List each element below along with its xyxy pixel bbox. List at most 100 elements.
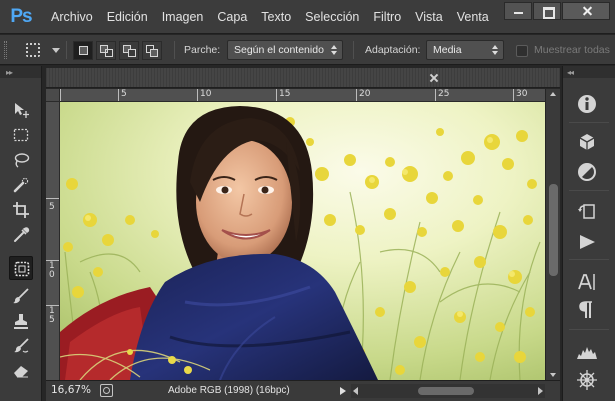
sample-all-layers-checkbox[interactable]: [516, 45, 528, 57]
move-tool[interactable]: [9, 98, 33, 122]
new-selection-button[interactable]: [73, 41, 93, 60]
menu-ventana[interactable]: Venta: [450, 10, 496, 24]
eraser-tool[interactable]: [9, 359, 33, 383]
adaptation-value: Media: [433, 44, 462, 56]
maximize-button[interactable]: [533, 2, 561, 20]
paragraph-panel-button[interactable]: [575, 298, 599, 322]
eyedropper-tool[interactable]: [9, 223, 33, 247]
tool-preset-picker[interactable]: [22, 40, 62, 60]
horizontal-scroll-thumb[interactable]: [418, 387, 474, 395]
info-panel-button[interactable]: [575, 92, 599, 116]
panel-divider: [569, 259, 609, 260]
menu-texto[interactable]: Texto: [254, 10, 298, 24]
menu-items: Archivo Edición Imagen Capa Texto Selecc…: [44, 0, 496, 34]
eyedropper-icon: [14, 227, 30, 242]
navigator-panel-button[interactable]: [575, 368, 599, 392]
horizontal-scrollbar[interactable]: [351, 384, 545, 398]
panel-dock: ◂◂: [562, 66, 615, 401]
patch-tool[interactable]: [9, 256, 33, 280]
patch-mode-select[interactable]: Según el contenido: [227, 40, 343, 60]
vertical-ruler[interactable]: 5 1 0 1 5: [46, 102, 60, 380]
new-selection-icon: [79, 46, 88, 55]
crop-tool[interactable]: [9, 198, 33, 222]
sample-all-layers-label: Muestrear todas: [534, 44, 610, 56]
rectangular-marquee-tool[interactable]: [9, 123, 33, 147]
toolbox: ▸▸: [0, 66, 42, 401]
navigator-icon: [577, 370, 597, 390]
ruler-tick: [276, 89, 277, 101]
lasso-icon: [14, 153, 30, 168]
3d-panel-button[interactable]: [575, 130, 599, 154]
ruler-label: 10: [200, 89, 212, 99]
document-profile-icon[interactable]: [100, 384, 113, 397]
patch-label: Parche:: [184, 44, 221, 56]
menu-imagen[interactable]: Imagen: [155, 10, 211, 24]
scroll-left-icon[interactable]: [353, 387, 358, 395]
intersect-selection-button[interactable]: [142, 41, 162, 60]
menu-edicion[interactable]: Edición: [100, 10, 155, 24]
toolbox-header[interactable]: ▸▸: [0, 66, 41, 78]
separator: [174, 41, 175, 59]
separator: [66, 41, 67, 59]
options-bar-grip[interactable]: [4, 41, 7, 59]
panel-divider: [569, 122, 609, 123]
options-bar: Parche: Según el contenido Adaptación: M…: [0, 35, 615, 65]
actions-panel-button[interactable]: [575, 230, 599, 254]
scroll-right-icon[interactable]: [538, 387, 543, 395]
scroll-up-icon[interactable]: [550, 92, 556, 96]
document-canvas[interactable]: [60, 102, 545, 380]
character-icon: [578, 274, 595, 290]
status-bar: 16,67% Adobe RGB (1998) (16bpc): [46, 380, 560, 401]
history-icon: [578, 204, 595, 219]
add-selection-icon-overlay: [105, 49, 113, 57]
select-arrows-icon: [492, 45, 498, 55]
menu-vista[interactable]: Vista: [408, 10, 450, 24]
menu-filtro[interactable]: Filtro: [366, 10, 408, 24]
histogram-icon: [577, 347, 597, 359]
adaptation-select[interactable]: Media: [426, 40, 504, 60]
expand-arrows-icon: ▸▸: [6, 68, 13, 77]
histogram-panel-button[interactable]: [575, 340, 599, 364]
ruler-origin[interactable]: [46, 89, 60, 102]
quick-selection-tool[interactable]: [9, 173, 33, 197]
vertical-scrollbar[interactable]: [545, 89, 560, 380]
menu-capa[interactable]: Capa: [210, 10, 254, 24]
ruler-tick: [46, 198, 59, 199]
character-panel-button[interactable]: [575, 270, 599, 294]
menu-archivo[interactable]: Archivo: [44, 10, 100, 24]
history-panel-button[interactable]: [575, 200, 599, 224]
panel-divider: [569, 329, 609, 330]
subtract-from-selection-button[interactable]: [119, 41, 139, 60]
zoom-level[interactable]: 16,67%: [51, 384, 91, 396]
close-document-icon[interactable]: [429, 73, 439, 83]
ruler-label: 20: [359, 89, 371, 99]
document-info: Adobe RGB (1998) (16bpc): [168, 385, 290, 396]
subtract-selection-icon-overlay: [128, 49, 136, 57]
ruler-tick: [513, 89, 514, 101]
quick-selection-icon: [13, 177, 29, 193]
document-tab-bar[interactable]: [46, 68, 560, 88]
color-panel-button[interactable]: [575, 160, 599, 184]
horizontal-ruler[interactable]: 5 10 15 20 25 30: [60, 89, 545, 102]
lasso-tool[interactable]: [9, 148, 33, 172]
history-brush-icon: [14, 338, 29, 353]
minimize-button[interactable]: [504, 2, 532, 20]
vertical-scroll-thumb[interactable]: [549, 184, 558, 276]
close-window-button[interactable]: [562, 2, 610, 20]
clone-stamp-tool[interactable]: [9, 309, 33, 333]
menu-seleccion[interactable]: Selección: [298, 10, 366, 24]
status-menu-arrow-icon[interactable]: [340, 387, 346, 395]
chevron-down-icon: [52, 48, 60, 53]
history-brush-tool[interactable]: [9, 334, 33, 358]
add-to-selection-button[interactable]: [96, 41, 116, 60]
move-icon: [15, 103, 29, 118]
ruler-label: 15: [279, 89, 291, 99]
3d-icon: [579, 134, 595, 150]
stamp-icon: [14, 314, 28, 329]
color-icon: [578, 163, 596, 181]
scroll-down-icon[interactable]: [550, 373, 556, 377]
adaptation-label: Adaptación:: [365, 44, 421, 56]
panel-dock-header[interactable]: ◂◂: [563, 66, 615, 78]
marquee-icon: [13, 128, 29, 142]
brush-tool[interactable]: [9, 284, 33, 308]
